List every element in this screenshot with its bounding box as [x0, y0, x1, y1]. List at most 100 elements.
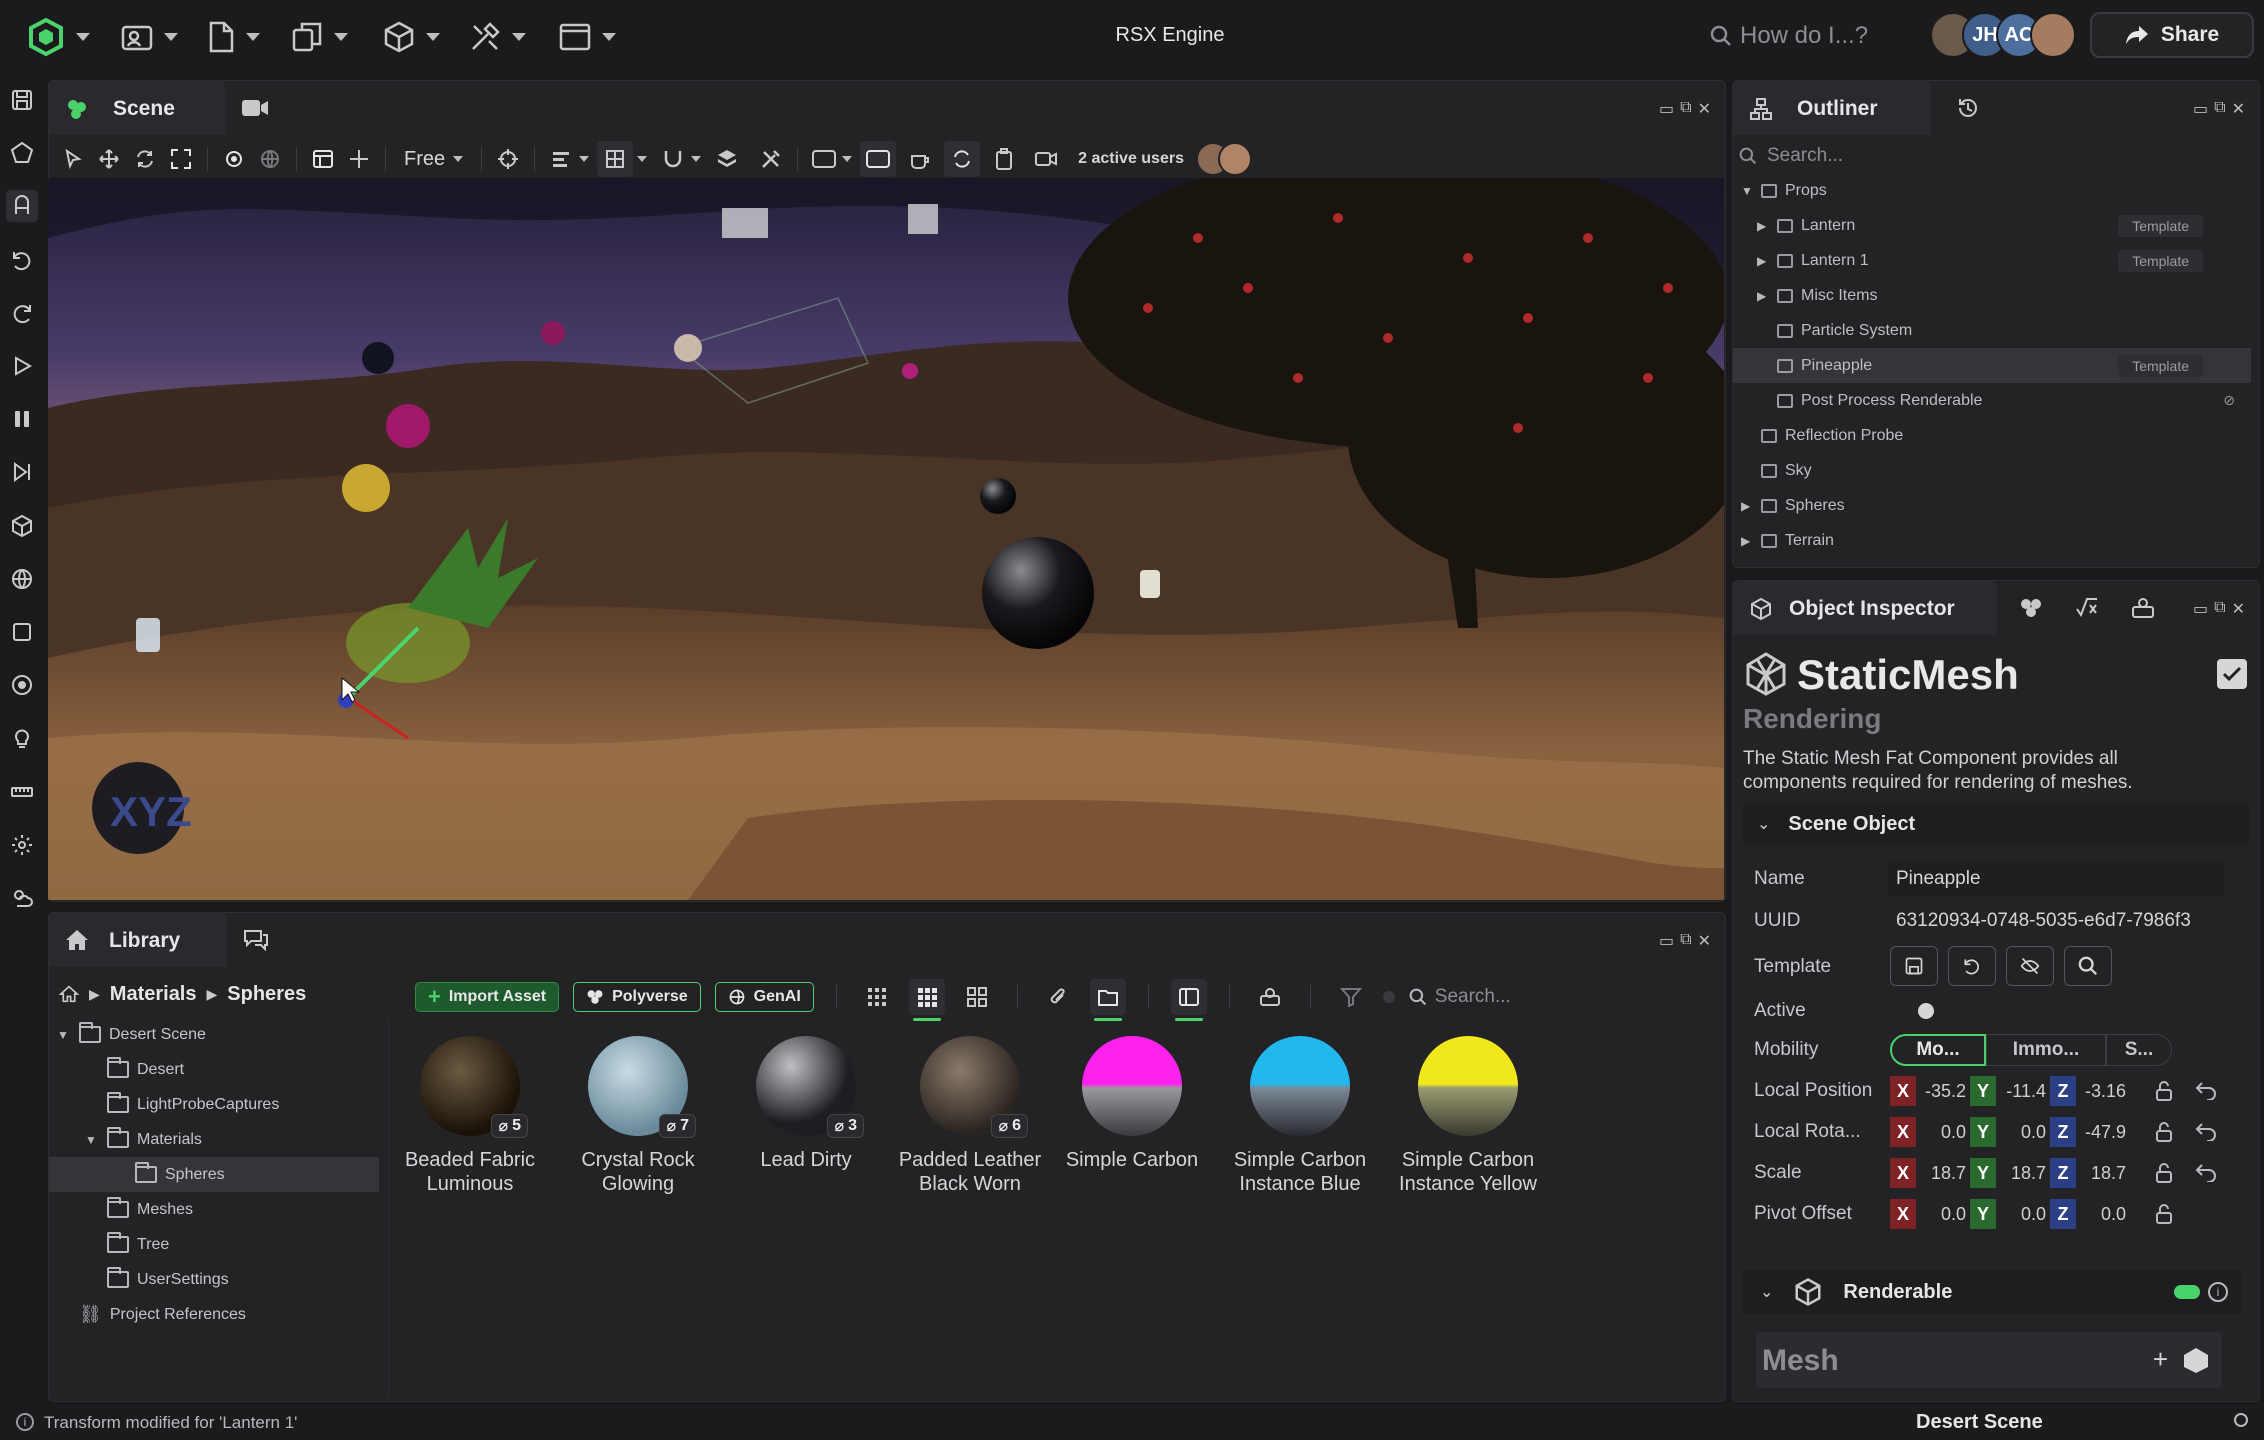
components-icon[interactable]: [2019, 597, 2043, 619]
hidden-eye-icon[interactable]: ⊘: [2223, 392, 2235, 409]
scale-z[interactable]: 18.7: [2076, 1163, 2130, 1184]
asset-tile[interactable]: Simple Carbon Instance Yellow: [1388, 1030, 1548, 1196]
layout-icon[interactable]: [305, 141, 341, 183]
outliner-row[interactable]: Post Process Renderable ⊘: [1733, 383, 2251, 418]
minimize-icon[interactable]: ▭: [1659, 99, 1674, 119]
local-rotation-y[interactable]: 0.0: [1996, 1122, 2050, 1143]
renderable-toggle[interactable]: [2174, 1285, 2200, 1299]
logo-menu[interactable]: [26, 17, 90, 57]
folder-view-icon[interactable]: [1089, 979, 1126, 1021]
play-icon[interactable]: [6, 350, 38, 382]
chevron-down-icon[interactable]: [842, 156, 853, 162]
pivot-offset-y[interactable]: 0.0: [1996, 1204, 2050, 1225]
lock-icon[interactable]: [2154, 1080, 2174, 1107]
outliner-row[interactable]: Pineapple Template: [1733, 348, 2251, 383]
tools-menu[interactable]: [468, 18, 526, 56]
restore-icon[interactable]: ⧉: [2214, 99, 2225, 119]
uuid-field[interactable]: 63120934-0748-5035-e6d7-7986f3: [1888, 904, 2224, 938]
crosshair-icon[interactable]: [490, 141, 526, 177]
move-tool-icon[interactable]: [91, 141, 127, 177]
chevron-down-icon[interactable]: ▼: [85, 1133, 99, 1147]
outliner-row[interactable]: ▼ Props: [1733, 173, 2251, 208]
sidebar-toggle-icon[interactable]: [1170, 979, 1207, 1021]
square-icon[interactable]: [6, 616, 38, 648]
object-menu[interactable]: [382, 18, 440, 56]
light-icon[interactable]: [6, 722, 38, 754]
restore-icon[interactable]: ⧉: [1680, 931, 1691, 951]
outliner-row[interactable]: ▶ Lantern 1 Template: [1733, 243, 2251, 278]
coffee-icon[interactable]: [902, 141, 938, 177]
mobility-option-movable[interactable]: Mo...: [1890, 1034, 1986, 1066]
chevron-down-icon[interactable]: [579, 156, 590, 162]
local-position-x[interactable]: -35.2: [1916, 1081, 1970, 1102]
outliner-row[interactable]: ▶ Lantern Template: [1733, 208, 2251, 243]
attachment-icon[interactable]: [1040, 979, 1076, 1015]
chevron-right-icon[interactable]: ▶: [1757, 289, 1766, 303]
clipboard-icon[interactable]: [986, 141, 1022, 177]
library-tree-item[interactable]: ▼ Materials: [49, 1122, 379, 1157]
outliner-row[interactable]: Particle System: [1733, 313, 2251, 348]
asset-tile[interactable]: ⌀ 6 Padded Leather Black Worn: [890, 1030, 1050, 1196]
polyverse-icon[interactable]: [2182, 1346, 2210, 1374]
local-position-y[interactable]: -11.4: [1996, 1081, 2050, 1102]
genai-button[interactable]: GenAI: [714, 982, 814, 1012]
library-tree-item[interactable]: UserSettings: [49, 1262, 379, 1297]
asset-tile[interactable]: Simple Carbon: [1052, 1030, 1212, 1172]
name-field[interactable]: Pineapple: [1888, 862, 2224, 896]
library-tree-item[interactable]: LightProbeCaptures: [49, 1087, 379, 1122]
world-space-icon[interactable]: [252, 141, 288, 177]
settings-icon[interactable]: [6, 829, 38, 861]
library-tree-item[interactable]: Spheres: [49, 1157, 379, 1192]
renderable-section-header[interactable]: ⌄ Renderable i: [1742, 1270, 2242, 1314]
align-icon[interactable]: [543, 141, 579, 177]
local-rotation-z[interactable]: -47.9: [2076, 1122, 2130, 1143]
minimize-icon[interactable]: ▭: [1659, 931, 1674, 951]
chevron-right-icon[interactable]: ▶: [1757, 219, 1766, 233]
scene-viewport[interactable]: XYZ: [48, 178, 1724, 900]
template-find-button[interactable]: [2064, 946, 2112, 986]
avatar[interactable]: [1217, 142, 1252, 176]
library-tree-item[interactable]: ⛓ Project References: [49, 1297, 379, 1332]
template-save-button[interactable]: [1890, 946, 1938, 986]
lock-icon[interactable]: [2154, 1203, 2174, 1230]
outliner-row[interactable]: ▶ Spheres: [1733, 488, 2251, 523]
breadcrumb-item[interactable]: Spheres: [227, 983, 306, 1006]
restore-icon[interactable]: ⧉: [2214, 599, 2225, 619]
box-icon[interactable]: [6, 510, 38, 542]
medium-grid-icon[interactable]: [908, 979, 945, 1021]
chevron-down-icon[interactable]: ▼: [1741, 184, 1753, 198]
asset-tile[interactable]: Simple Carbon Instance Blue: [1220, 1030, 1380, 1196]
lock-icon[interactable]: [2154, 1121, 2174, 1148]
grid-snap-icon[interactable]: [597, 141, 634, 177]
mesh-field[interactable]: Mesh +: [1756, 1332, 2222, 1388]
chevron-down-icon[interactable]: ▼: [57, 1028, 71, 1042]
edit-menu[interactable]: [290, 18, 348, 56]
close-icon[interactable]: ✕: [2232, 599, 2245, 619]
camera-icon[interactable]: [241, 97, 269, 119]
component-enabled-checkbox[interactable]: [2217, 659, 2247, 689]
home-icon[interactable]: [59, 985, 79, 1003]
tab-outliner[interactable]: Outliner: [1733, 81, 1931, 135]
window-controls[interactable]: ▭ ⧉ ✕: [1659, 931, 1711, 951]
chevron-right-icon[interactable]: ▶: [1741, 499, 1750, 513]
asset-tile[interactable]: ⌀ 3 Lead Dirty: [726, 1030, 886, 1172]
tab-library[interactable]: Library: [49, 913, 227, 967]
sd-icon[interactable]: [806, 141, 842, 177]
layers-icon[interactable]: [709, 141, 745, 177]
info-icon[interactable]: i: [2208, 1282, 2228, 1302]
template-revert-button[interactable]: [1948, 946, 1996, 986]
restore-icon[interactable]: ⧉: [1680, 99, 1691, 119]
window-controls[interactable]: ▭ ⧉ ✕: [1659, 99, 1711, 119]
outliner-row[interactable]: ▶ Misc Items: [1733, 278, 2251, 313]
large-grid-icon[interactable]: [959, 979, 995, 1015]
lock-icon[interactable]: [2154, 1162, 2174, 1189]
shape-icon[interactable]: [6, 137, 38, 169]
close-icon[interactable]: ✕: [1698, 99, 1711, 119]
ruler-icon[interactable]: [6, 776, 38, 808]
library-tree-item[interactable]: Meshes: [49, 1192, 379, 1227]
save-icon[interactable]: [6, 84, 38, 116]
globe-icon[interactable]: [6, 563, 38, 595]
chat-icon[interactable]: [243, 929, 269, 951]
prefab-icon[interactable]: [2131, 597, 2155, 619]
chevron-right-icon[interactable]: ▶: [1757, 254, 1766, 268]
